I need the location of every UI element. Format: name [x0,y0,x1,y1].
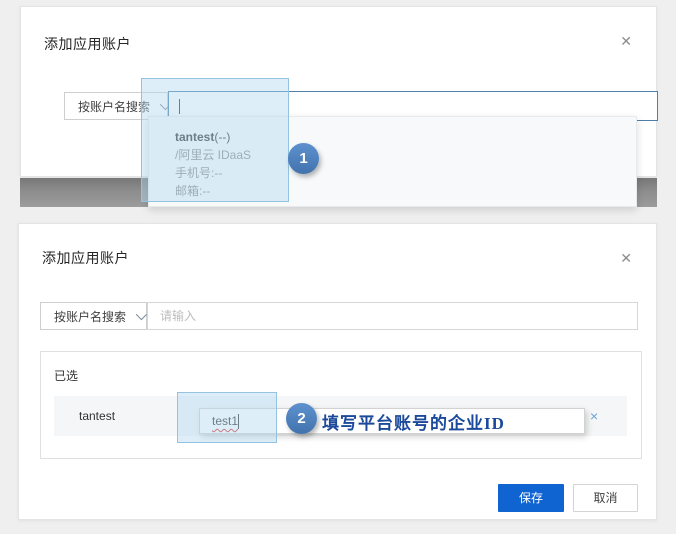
search-type-select[interactable]: 按账户名搜索 [40,302,147,330]
add-app-account-dialog-bottom: 添加应用账户 ✕ 按账户名搜索 已选 tantest test1 × 保存 取消 [18,223,657,520]
close-icon[interactable]: ✕ [620,33,632,49]
dialog-title: 添加应用账户 [44,34,131,54]
chevron-down-icon [136,309,147,320]
save-button[interactable]: 保存 [498,484,564,512]
account-search-input[interactable] [147,302,638,330]
step2-annotation-text: 填写平台账号的企业ID [322,409,505,434]
step2-badge: 2 [286,403,317,434]
selected-accounts-panel: 已选 tantest test1 × [40,351,642,459]
step2-highlight-box [177,392,277,443]
search-type-label: 按账户名搜索 [78,98,150,115]
cancel-button[interactable]: 取消 [573,484,638,512]
step1-highlight-box [141,78,289,202]
close-icon[interactable]: ✕ [620,250,632,266]
dialog-title: 添加应用账户 [42,248,129,268]
screenshot-stage: 添加应用账户 ✕ 按账户名搜索 tantest(--) /阿里云 IDaaS 手… [0,0,676,534]
selected-section-label: 已选 [54,367,78,384]
selected-account-name: tantest [79,396,115,436]
search-type-label: 按账户名搜索 [54,308,126,325]
remove-account-icon[interactable]: × [590,396,598,436]
step1-badge: 1 [288,143,319,174]
